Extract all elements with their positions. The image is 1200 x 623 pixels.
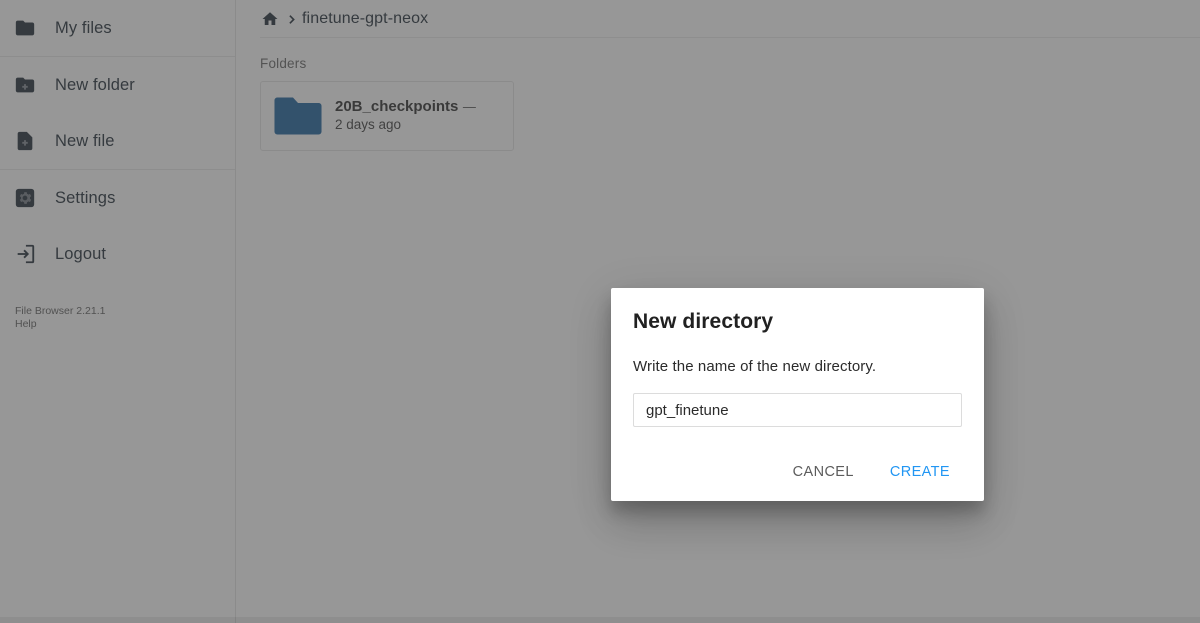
- new-directory-dialog: New directory Write the name of the new …: [611, 288, 984, 501]
- file-browser-app: My files New folder: [0, 0, 1200, 623]
- bottom-edge-strip: [0, 617, 1200, 623]
- directory-name-input[interactable]: [633, 393, 962, 427]
- dialog-actions: CANCEL CREATE: [633, 457, 962, 487]
- create-button[interactable]: CREATE: [878, 457, 962, 487]
- dialog-description: Write the name of the new directory.: [633, 358, 877, 375]
- cancel-button[interactable]: CANCEL: [781, 457, 866, 487]
- modal-overlay[interactable]: [0, 0, 1200, 623]
- dialog-title: New directory: [633, 310, 774, 333]
